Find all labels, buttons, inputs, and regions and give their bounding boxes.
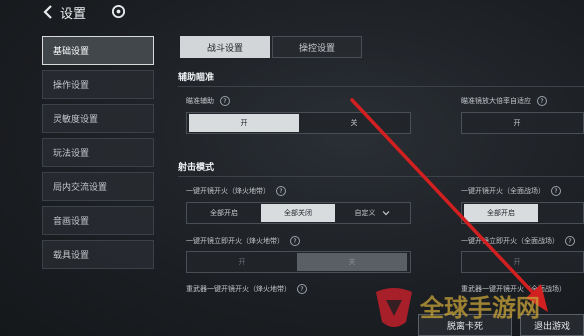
instant-fire-battlefield-toggle: 开 — [461, 251, 584, 273]
sidebar: 基础设置 操作设置 灵敏度设置 玩法设置 局内交流设置 音画设置 载具设置 — [42, 36, 154, 274]
tab-combat[interactable]: 战斗设置 — [180, 36, 270, 58]
sidebar-item-label: 基础设置 — [53, 47, 90, 57]
divider — [178, 86, 584, 87]
heavy-weapon-beacon-label: 重武器一键开镜开火（烽火地带）? — [186, 284, 307, 294]
scope-adapt-on-option[interactable]: 开 — [462, 114, 572, 132]
instant-fire-battlefield-on-option[interactable]: 开 — [462, 253, 572, 271]
sidebar-item-vehicle[interactable]: 载具设置 — [42, 240, 154, 269]
instant-fire-beacon-label: 一键开镜立即开火（烽火地带）? — [186, 236, 300, 246]
sidebar-item-communication[interactable]: 局内交流设置 — [42, 172, 154, 201]
heavy-weapon-battlefield-label: 重武器一键开镜开火（全面战场） — [461, 285, 566, 293]
sidebar-item-label: 灵敏度设置 — [53, 115, 99, 125]
fire-beacon-selector: 全部开启 全部关闭 自定义 — [186, 202, 411, 224]
instant-fire-battlefield-label: 一键开镜立即开火（全面战场）? — [461, 236, 575, 246]
sidebar-item-sensitivity[interactable]: 灵敏度设置 — [42, 104, 154, 133]
instant-fire-beacon-toggle: 开 关 — [186, 251, 411, 273]
instant-fire-beacon-off-option[interactable]: 关 — [297, 253, 407, 271]
scope-adapt-label: 瞄准镜放大倍率自适应? — [461, 96, 547, 106]
fire-beacon-label: 一键开镜开火（烽火地带）? — [186, 186, 286, 196]
fire-battlefield-all-on-option[interactable]: 全部开启 — [464, 204, 538, 222]
instant-fire-beacon-on-option[interactable]: 开 — [187, 253, 297, 271]
aim-assist-on-option[interactable]: 开 — [189, 114, 299, 132]
header: 设置 — [0, 0, 584, 24]
sidebar-item-label: 玩法设置 — [53, 149, 90, 159]
sidebar-item-label: 操作设置 — [53, 81, 90, 91]
game-logo-icon — [111, 4, 126, 19]
tab-bar: 战斗设置 操控设置 — [180, 36, 362, 58]
sidebar-item-label: 音画设置 — [53, 217, 90, 227]
tab-control[interactable]: 操控设置 — [272, 36, 362, 58]
chevron-down-icon — [382, 211, 389, 216]
aim-assist-off-option[interactable]: 关 — [299, 114, 409, 132]
help-icon[interactable]: ? — [537, 96, 547, 106]
aim-assist-toggle: 开 关 — [186, 112, 411, 134]
help-icon[interactable]: ? — [276, 186, 286, 196]
help-icon[interactable]: ? — [297, 284, 307, 294]
fire-beacon-all-off-option[interactable]: 全部关闭 — [261, 204, 335, 222]
unstuck-button[interactable]: 脱离卡死 — [418, 314, 512, 336]
fire-battlefield-label: 一键开镜开火（全面战场）? — [461, 186, 561, 196]
sidebar-item-controls[interactable]: 操作设置 — [42, 70, 154, 99]
aim-assist-label: 瞄准辅助? — [186, 96, 230, 106]
sidebar-item-basic[interactable]: 基础设置 — [42, 36, 154, 65]
back-arrow-icon[interactable] — [40, 4, 56, 20]
page-title: 设置 — [60, 7, 87, 22]
sidebar-item-label: 载具设置 — [53, 251, 90, 261]
sidebar-item-audio-video[interactable]: 音画设置 — [42, 206, 154, 235]
section-title-shoot: 射击模式 — [178, 163, 215, 173]
help-icon[interactable]: ? — [551, 186, 561, 196]
divider — [178, 176, 584, 177]
sidebar-item-gameplay[interactable]: 玩法设置 — [42, 138, 154, 167]
fire-battlefield-selector: 全部开启 — [461, 202, 584, 224]
scope-adapt-toggle: 开 — [461, 112, 584, 134]
fire-beacon-custom-option[interactable]: 自定义 — [335, 204, 409, 222]
section-title-aim: 辅助瞄准 — [178, 73, 215, 83]
help-icon[interactable]: ? — [565, 236, 575, 246]
sidebar-item-label: 局内交流设置 — [53, 183, 108, 193]
help-icon[interactable]: ? — [290, 236, 300, 246]
fire-beacon-all-on-option[interactable]: 全部开启 — [187, 204, 261, 222]
help-icon[interactable]: ? — [220, 96, 230, 106]
exit-game-button[interactable]: 退出游戏 — [520, 314, 584, 336]
